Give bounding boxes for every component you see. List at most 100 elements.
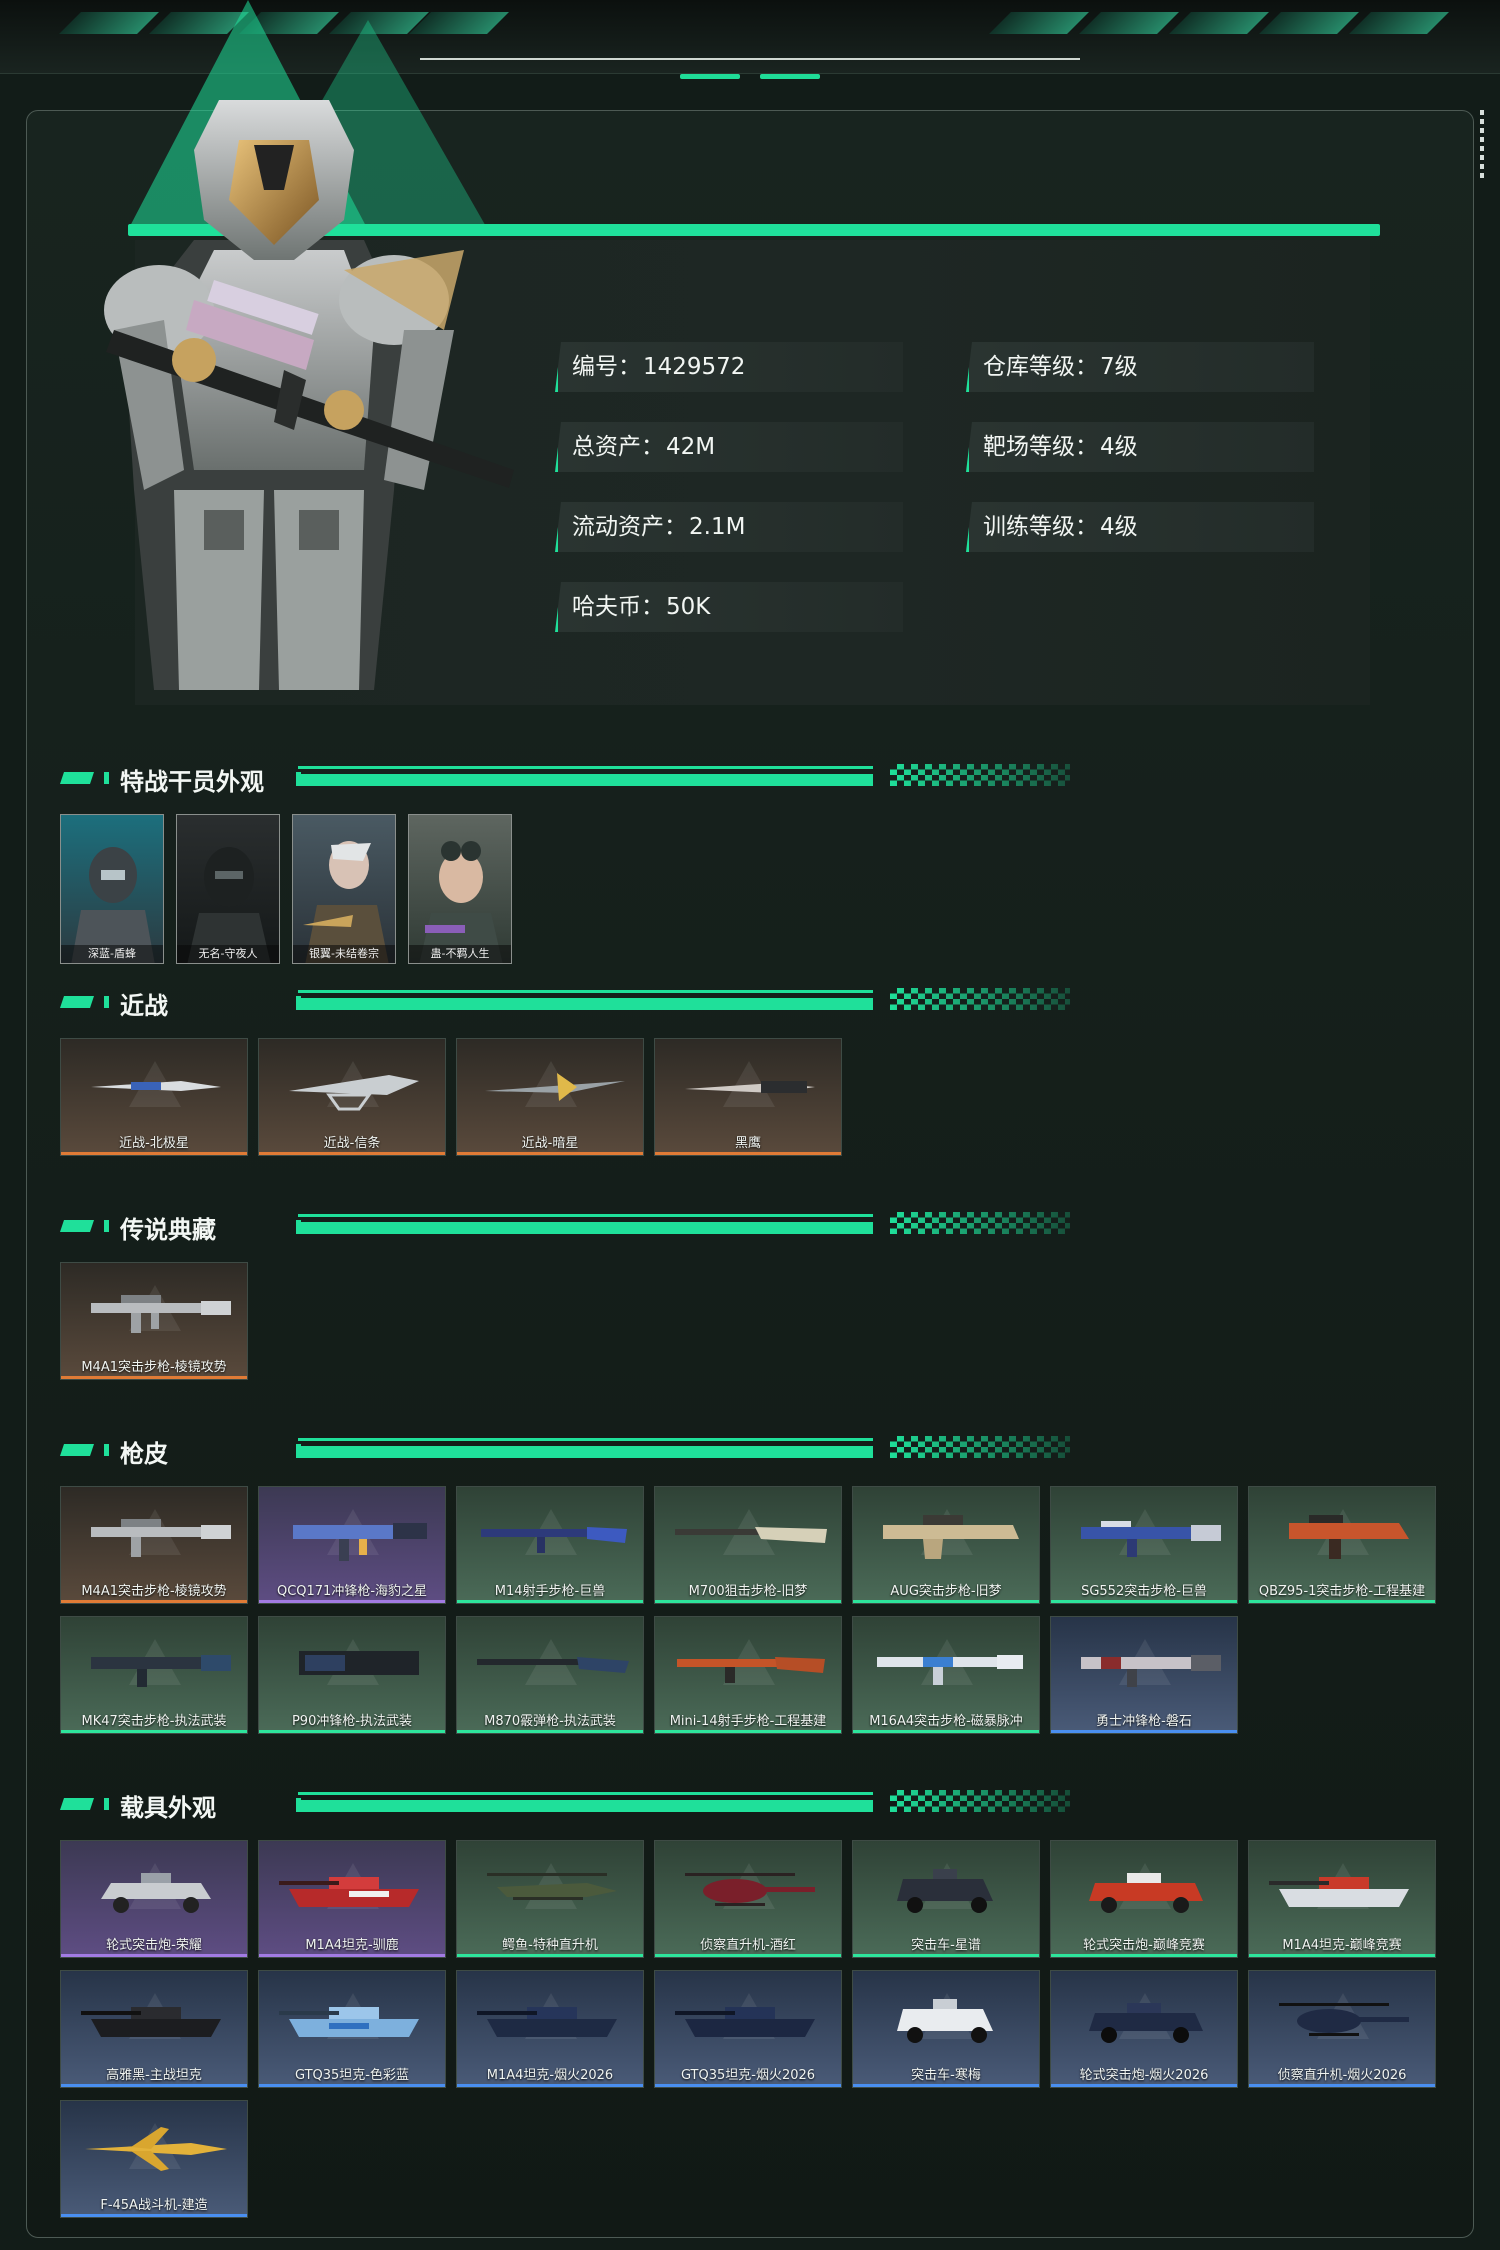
rarity-line [853, 2084, 1039, 2087]
vehicle-card[interactable]: 轮式突击炮-巅峰竞赛 [1050, 1840, 1238, 1958]
vehicle-card[interactable]: M1A4坦克-驯鹿 [258, 1840, 446, 1958]
rarity-line [655, 1152, 841, 1155]
melee-card-label: 近战-暗星 [521, 1136, 579, 1151]
gun-skin-card[interactable]: MK47突击步枪-执法武装 [60, 1616, 248, 1734]
armored-car-icon [101, 1873, 211, 1913]
vehicle-card-label: 高雅黑-主战坦克 [106, 2068, 202, 2083]
rarity-line [655, 1954, 841, 1957]
helicopter-icon [685, 1873, 815, 1906]
vehicle-card-label: GTQ35坦克-烟火2026 [680, 2068, 816, 2083]
vehicle-card[interactable]: GTQ35坦克-色彩蓝 [258, 1970, 446, 2088]
section-header-gun-skins: 枪皮 [60, 1436, 1070, 1468]
assault-vehicle-icon [897, 1869, 993, 1913]
gun-skin-card[interactable]: AUG突击步枪-旧梦 [852, 1486, 1040, 1604]
operator-card-label: 银翼-未结卷宗 [293, 945, 395, 963]
tank-icon [477, 2007, 617, 2037]
frame-scroll-indicator[interactable] [1480, 110, 1484, 180]
vehicle-card[interactable]: GTQ35坦克-烟火2026 [654, 1970, 842, 2088]
rifle-icon [677, 1657, 825, 1683]
rarity-line [1051, 1600, 1237, 1603]
rarity-line [457, 1152, 643, 1155]
section-marker [60, 996, 94, 1008]
rarity-line [1249, 1600, 1435, 1603]
gun-skin-card-label: MK47突击步枪-执法武装 [81, 1714, 227, 1729]
gun-skin-card-label: 勇士冲锋枪-磐石 [1096, 1714, 1192, 1729]
gun-skin-card[interactable]: QCQ171冲锋枪-海豹之星 [258, 1486, 446, 1604]
vehicle-card[interactable]: 侦察直升机-酒红 [654, 1840, 842, 1958]
melee-card[interactable]: 近战-北极星 [60, 1038, 248, 1156]
gun-skin-card[interactable]: P90冲锋枪-执法武装 [258, 1616, 446, 1734]
section-title: 传说典藏 [120, 1216, 216, 1244]
vehicle-card[interactable]: 轮式突击炮-荣耀 [60, 1840, 248, 1958]
rifle-icon [91, 1295, 231, 1333]
rifle-icon [481, 1527, 627, 1553]
rarity-line [61, 1376, 247, 1379]
vehicle-card[interactable]: F-45A战斗机-建造 [60, 2100, 248, 2218]
helicopter-icon [487, 1873, 617, 1900]
operator-card[interactable]: 深蓝-盾蜂 [60, 814, 164, 964]
gun-skin-card[interactable]: M14射手步枪-巨兽 [456, 1486, 644, 1604]
rifle-icon [883, 1515, 1019, 1559]
vehicle-card[interactable]: 轮式突击炮-烟火2026 [1050, 1970, 1238, 2088]
section-marker [104, 1444, 109, 1456]
armored-car-icon [1089, 2003, 1203, 2043]
vehicle-card[interactable]: M1A4坦克-巅峰竞赛 [1248, 1840, 1436, 1958]
gun-skin-card[interactable]: SG552突击步枪-巨兽 [1050, 1486, 1238, 1604]
vehicle-card-label: 侦察直升机-烟火2026 [1277, 2068, 1407, 2083]
vehicle-card-label: 轮式突击炮-烟火2026 [1079, 2068, 1209, 2083]
section-header-melee: 近战 [60, 988, 1070, 1020]
rifle-icon [877, 1655, 1023, 1685]
melee-card-label: 近战-北极星 [119, 1136, 189, 1151]
operator-avatar [71, 847, 155, 963]
vehicle-card[interactable]: 鳄鱼-特种直升机 [456, 1840, 644, 1958]
assault-vehicle-icon [897, 1999, 993, 2043]
gun-skin-card[interactable]: 勇士冲锋枪-磐石 [1050, 1616, 1238, 1734]
section-bar [298, 1790, 888, 1812]
section-title: 特战干员外观 [120, 768, 264, 796]
section-checker [890, 1212, 1070, 1234]
vehicle-card[interactable]: 侦察直升机-烟火2026 [1248, 1970, 1436, 2088]
rarity-line [259, 1954, 445, 1957]
section-header-legendary: 传说典藏 [60, 1212, 1070, 1244]
knife-icon [685, 1081, 815, 1093]
stat-havoc-coin-value: 50K [666, 594, 711, 620]
vehicle-card-label: M1A4坦克-巅峰竞赛 [1282, 1938, 1402, 1953]
gun-skin-card-label: M4A1突击步枪-棱镜攻势 [81, 1584, 227, 1599]
gun-skin-card[interactable]: Mini-14射手步枪-工程基建 [654, 1616, 842, 1734]
gun-skin-card[interactable]: M16A4突击步枪-磁暴脉冲 [852, 1616, 1040, 1734]
smg-icon [1081, 1655, 1221, 1687]
banner-stripe [1169, 12, 1269, 34]
vehicle-card[interactable]: 突击车-寒梅 [852, 1970, 1040, 2088]
section-bar [298, 988, 888, 1010]
operator-portrait [104, 100, 514, 690]
vehicle-card[interactable]: 高雅黑-主战坦克 [60, 1970, 248, 2088]
vehicle-card-label: M1A4坦克-烟火2026 [486, 2068, 614, 2083]
knife-icon [91, 1081, 221, 1091]
stat-liquid-assets-value: 2.1M [689, 514, 746, 540]
gun-skin-card[interactable]: QBZ95-1突击步枪-工程基建 [1248, 1486, 1436, 1604]
gun-skin-card-label: P90冲锋枪-执法武装 [291, 1714, 413, 1729]
legendary-card[interactable]: M4A1突击步枪-棱镜攻势 [60, 1262, 248, 1380]
melee-card[interactable]: 近战-信条 [258, 1038, 446, 1156]
operator-card[interactable]: 银翼-未结卷宗 [292, 814, 396, 964]
gun-skin-card[interactable]: M870霰弹枪-执法武装 [456, 1616, 644, 1734]
melee-card[interactable]: 黑鹰 [654, 1038, 842, 1156]
tank-icon [81, 2007, 221, 2037]
tank-icon [279, 1877, 419, 1907]
rarity-line [853, 1954, 1039, 1957]
banner-segment [760, 74, 820, 79]
rarity-line [61, 1152, 247, 1155]
operator-card[interactable]: 无名-守夜人 [176, 814, 280, 964]
gun-skin-card[interactable]: M4A1突击步枪-棱镜攻势 [60, 1486, 248, 1604]
vehicle-card-label: F-45A战斗机-建造 [100, 2198, 208, 2213]
rarity-line [853, 1600, 1039, 1603]
vehicle-card[interactable]: M1A4坦克-烟火2026 [456, 1970, 644, 2088]
vehicle-card[interactable]: 突击车-星谱 [852, 1840, 1040, 1958]
rarity-line [457, 1730, 643, 1733]
stat-id-label: 编号： [572, 354, 641, 380]
gun-skin-card[interactable]: M700狙击步枪-旧梦 [654, 1486, 842, 1604]
operator-card-label: 蛊-不羁人生 [409, 945, 511, 963]
melee-card[interactable]: 近战-暗星 [456, 1038, 644, 1156]
operator-card[interactable]: 蛊-不羁人生 [408, 814, 512, 964]
section-checker [890, 988, 1070, 1010]
